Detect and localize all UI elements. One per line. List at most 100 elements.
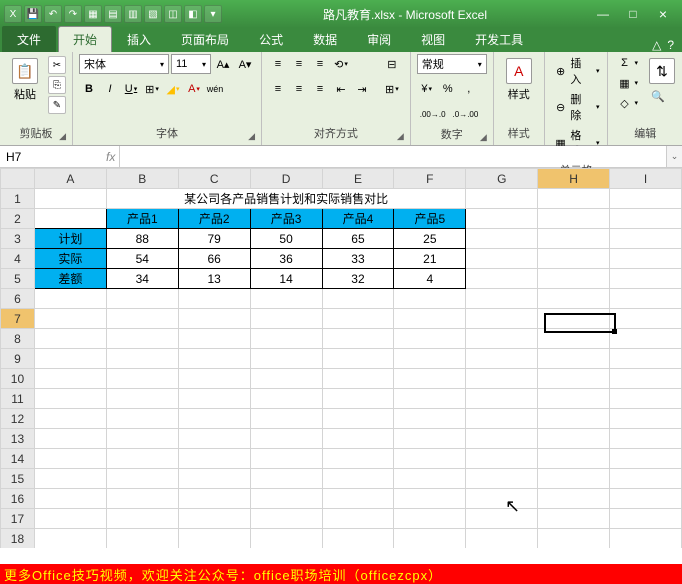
cell[interactable] — [178, 449, 250, 469]
cell[interactable] — [250, 389, 322, 409]
align-left-icon[interactable]: ≡ — [268, 79, 288, 99]
cell[interactable]: 32 — [322, 269, 394, 289]
cell[interactable] — [178, 289, 250, 309]
row-header[interactable]: 3 — [1, 229, 35, 249]
cell[interactable] — [106, 529, 178, 549]
cell[interactable] — [394, 509, 466, 529]
cell[interactable] — [34, 329, 106, 349]
cell[interactable] — [250, 289, 322, 309]
cell[interactable] — [322, 489, 394, 509]
cell[interactable] — [610, 449, 682, 469]
cell[interactable] — [34, 489, 106, 509]
qat-redo-icon[interactable]: ↷ — [64, 5, 82, 23]
cell[interactable] — [250, 409, 322, 429]
align-launcher-icon[interactable]: ◢ — [397, 131, 404, 142]
cell[interactable] — [538, 369, 610, 389]
cell[interactable] — [250, 469, 322, 489]
column-header[interactable]: H — [538, 169, 610, 189]
cell[interactable] — [466, 209, 538, 229]
underline-button[interactable]: U▾ — [121, 79, 141, 99]
cell[interactable]: 计划 — [34, 229, 106, 249]
cell[interactable] — [322, 389, 394, 409]
cell[interactable] — [466, 449, 538, 469]
tab-dev[interactable]: 开发工具 — [460, 26, 538, 52]
cell[interactable] — [34, 389, 106, 409]
cell[interactable] — [538, 429, 610, 449]
clear-button[interactable]: ◇▾ — [614, 94, 640, 112]
cell[interactable] — [322, 449, 394, 469]
cell[interactable] — [178, 309, 250, 329]
border-button[interactable]: ⊞▾ — [142, 79, 162, 99]
cell[interactable] — [610, 309, 682, 329]
cell[interactable] — [106, 449, 178, 469]
row-header[interactable]: 5 — [1, 269, 35, 289]
italic-button[interactable]: I — [100, 79, 120, 99]
indent-inc-icon[interactable]: ⇥ — [352, 79, 372, 99]
qat-btn-6[interactable]: ◧ — [184, 5, 202, 23]
row-header[interactable]: 1 — [1, 189, 35, 209]
row-header[interactable]: 2 — [1, 209, 35, 229]
cell[interactable]: 79 — [178, 229, 250, 249]
cell[interactable] — [250, 309, 322, 329]
tab-formula[interactable]: 公式 — [244, 26, 298, 52]
cell[interactable]: 4 — [394, 269, 466, 289]
cell[interactable] — [466, 189, 538, 209]
excel-icon[interactable]: X — [4, 5, 22, 23]
cell[interactable] — [322, 429, 394, 449]
sort-filter-button[interactable]: ⇅ — [648, 54, 676, 84]
orientation-icon[interactable]: ⟲▾ — [331, 54, 351, 74]
merge-button[interactable]: ⊞▾ — [380, 79, 404, 99]
select-all-corner[interactable] — [1, 169, 35, 189]
cell[interactable] — [34, 189, 106, 209]
cell[interactable] — [610, 529, 682, 549]
cell[interactable] — [538, 289, 610, 309]
qat-undo-icon[interactable]: ↶ — [44, 5, 62, 23]
worksheet-grid[interactable]: ABCDEFGHI1某公司各产品销售计划和实际销售对比2产品1产品2产品3产品4… — [0, 168, 682, 548]
cell[interactable] — [394, 309, 466, 329]
row-header[interactable]: 14 — [1, 449, 35, 469]
cut-icon[interactable]: ✂ — [48, 56, 66, 74]
tab-file[interactable]: 文件 — [2, 26, 56, 52]
cell[interactable]: 实际 — [34, 249, 106, 269]
formula-expand-icon[interactable]: ⌄ — [666, 146, 682, 167]
cell[interactable] — [466, 229, 538, 249]
cell[interactable] — [466, 529, 538, 549]
column-header[interactable]: G — [466, 169, 538, 189]
cell[interactable] — [538, 389, 610, 409]
cell[interactable]: 33 — [322, 249, 394, 269]
column-header[interactable]: I — [610, 169, 682, 189]
ribbon-minimize-icon[interactable]: △ — [652, 38, 661, 52]
cell[interactable] — [610, 269, 682, 289]
worksheet-area[interactable]: ABCDEFGHI1某公司各产品销售计划和实际销售对比2产品1产品2产品3产品4… — [0, 168, 682, 548]
cell[interactable] — [322, 409, 394, 429]
row-header[interactable]: 11 — [1, 389, 35, 409]
cell[interactable] — [178, 489, 250, 509]
row-header[interactable]: 8 — [1, 329, 35, 349]
cell[interactable] — [250, 489, 322, 509]
cell[interactable] — [466, 349, 538, 369]
cell[interactable]: 34 — [106, 269, 178, 289]
cell[interactable] — [610, 489, 682, 509]
delete-cells-button[interactable]: ⊖删除▾ — [551, 90, 602, 124]
cell[interactable]: 产品5 — [394, 209, 466, 229]
cell[interactable] — [394, 409, 466, 429]
cell[interactable] — [394, 289, 466, 309]
font-color-button[interactable]: A▾ — [184, 79, 204, 99]
cell[interactable]: 54 — [106, 249, 178, 269]
cell[interactable] — [610, 469, 682, 489]
cell[interactable] — [538, 209, 610, 229]
column-header[interactable]: D — [250, 169, 322, 189]
cell[interactable] — [106, 389, 178, 409]
row-header[interactable]: 7 — [1, 309, 35, 329]
tab-home[interactable]: 开始 — [58, 26, 112, 52]
cell[interactable] — [322, 349, 394, 369]
cell[interactable] — [466, 309, 538, 329]
comma-icon[interactable]: , — [459, 79, 479, 99]
column-header[interactable]: C — [178, 169, 250, 189]
row-header[interactable]: 9 — [1, 349, 35, 369]
grow-font-icon[interactable]: A▴ — [213, 54, 233, 74]
cell[interactable] — [610, 249, 682, 269]
wrap-text-button[interactable]: ⊟ — [380, 54, 404, 74]
cell[interactable] — [394, 469, 466, 489]
font-launcher-icon[interactable]: ◢ — [248, 131, 255, 142]
